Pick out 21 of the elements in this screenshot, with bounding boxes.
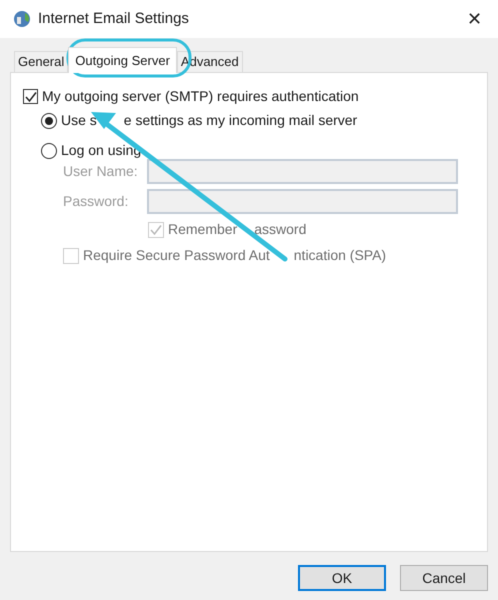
- option-label: Use s: [61, 111, 97, 130]
- checkbox-label: My outgoing server (SMTP) requires authentication: [42, 87, 359, 106]
- radio-button[interactable]: [41, 142, 57, 158]
- app-icon: [12, 9, 32, 29]
- option-label: ntication (SPA): [294, 246, 386, 265]
- tab[interactable]: General: [14, 51, 68, 72]
- checkmark-icon: [150, 224, 162, 236]
- close-button[interactable]: ✕: [465, 10, 484, 28]
- field-label: Password:: [63, 192, 130, 211]
- field-label: User Name:: [63, 162, 139, 181]
- option-label: Require Secure Password Aut: [83, 246, 270, 265]
- dialog-button[interactable]: Cancel: [400, 565, 488, 591]
- option-label: e settings as my incoming mail server: [124, 111, 358, 130]
- option-label: Remember: [168, 220, 238, 239]
- option-label: assword: [254, 220, 306, 239]
- radio-button[interactable]: [41, 112, 57, 128]
- checkbox[interactable]: [23, 89, 38, 104]
- tab[interactable]: Outgoing Server: [68, 47, 177, 73]
- dialog-button[interactable]: OK: [298, 565, 386, 591]
- checkmark-icon: [24, 90, 36, 102]
- window-title: Internet Email Settings: [38, 8, 189, 29]
